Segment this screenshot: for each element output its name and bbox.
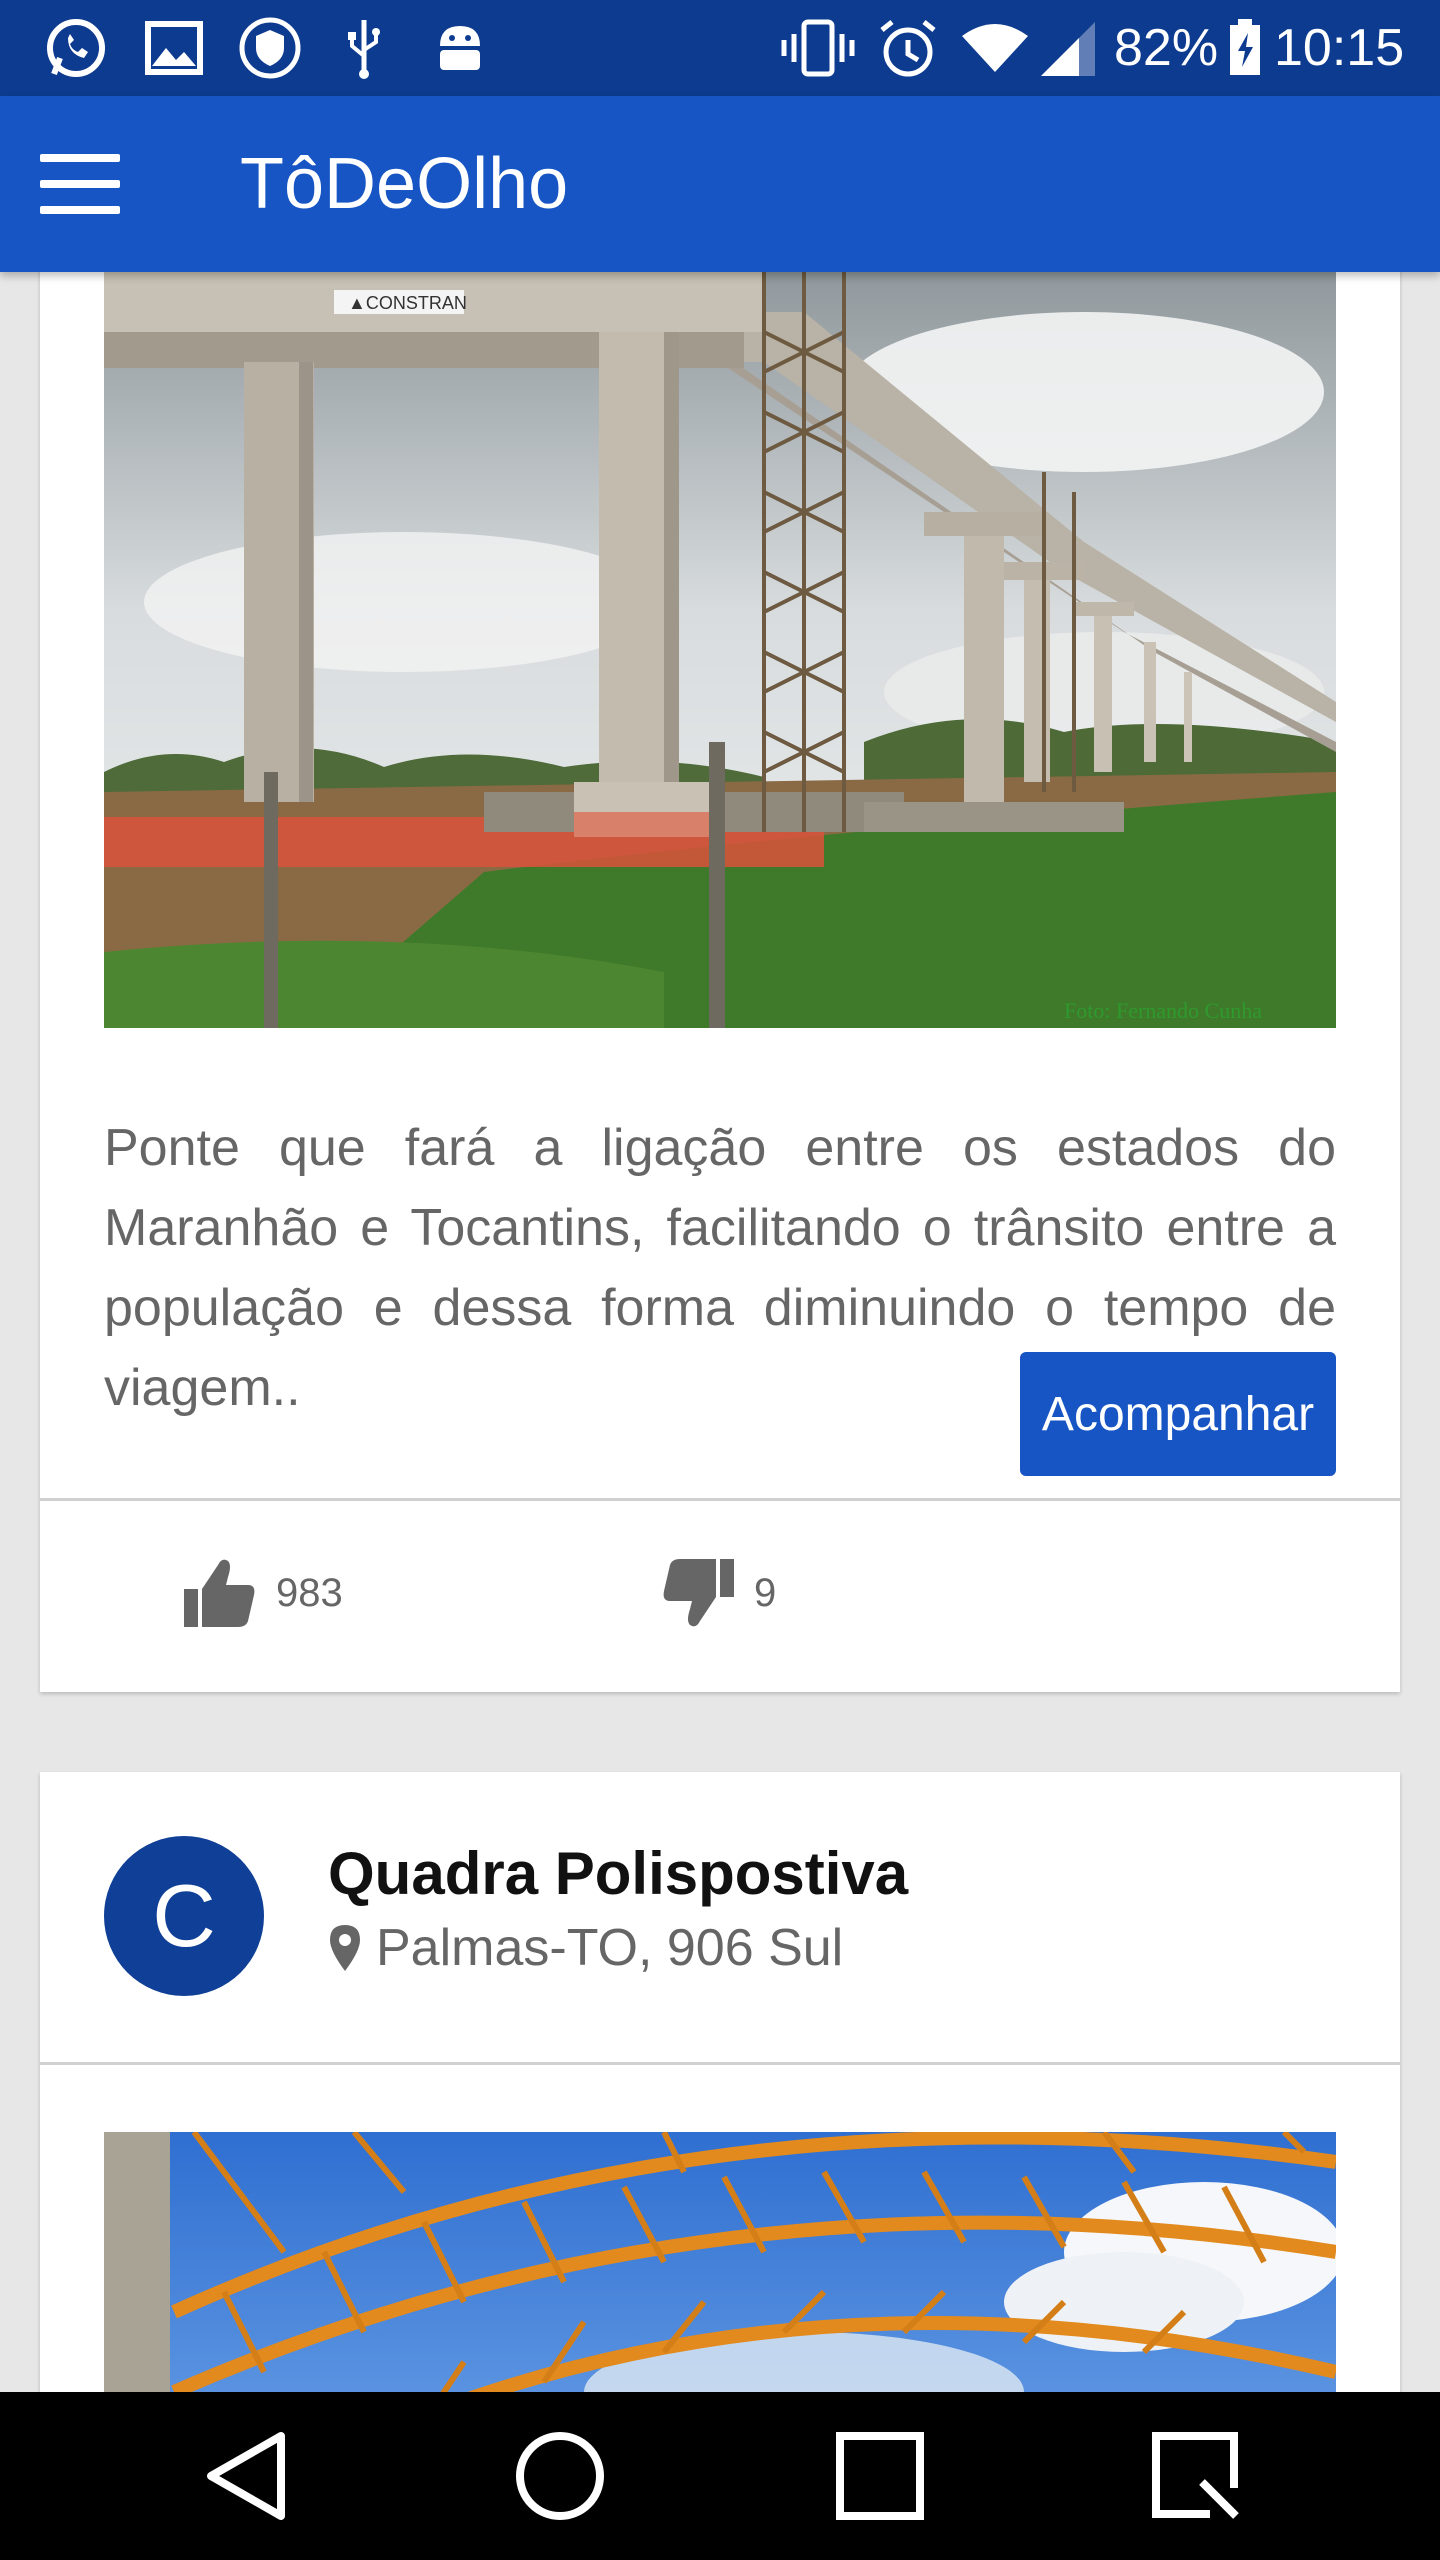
- follow-button[interactable]: Acompanhar: [1020, 1352, 1336, 1476]
- alarm-icon: [872, 16, 944, 80]
- whatsapp-icon: [40, 16, 112, 80]
- project-card: ▲CONSTRAN Foto: Fernando Cunha Ponte que…: [40, 200, 1400, 1692]
- avatar: C: [104, 1836, 264, 1996]
- usb-icon: [334, 16, 394, 80]
- android-debug-icon: [428, 16, 492, 80]
- app-title: TôDeOlho: [240, 144, 569, 224]
- map-pin-icon: [330, 1925, 360, 1971]
- location-text: Palmas-TO, 906 Sul: [376, 1919, 844, 1977]
- battery-percent: 82%: [1114, 19, 1219, 77]
- shield-icon: [234, 16, 306, 80]
- hamburger-menu-icon[interactable]: [20, 136, 140, 232]
- thumbs-down-icon: [663, 1559, 734, 1627]
- bridge-construction-photo[interactable]: ▲CONSTRAN Foto: Fernando Cunha: [104, 272, 1336, 1028]
- divider: [40, 1498, 1400, 1501]
- signal-icon: [1038, 16, 1098, 80]
- dislike-count: 9: [754, 1570, 777, 1615]
- card-title[interactable]: Quadra Polispostiva: [328, 1836, 908, 1912]
- vibrate-icon: [778, 16, 858, 80]
- gallery-icon: [138, 16, 210, 80]
- battery-charging-icon: [1226, 16, 1264, 80]
- like-button[interactable]: 983: [182, 1548, 343, 1638]
- like-count: 983: [276, 1570, 343, 1615]
- dislike-button[interactable]: 9: [660, 1548, 776, 1638]
- svg-text:▲CONSTRAN: ▲CONSTRAN: [348, 293, 467, 313]
- recents-icon[interactable]: [830, 2426, 930, 2526]
- app-bar: TôDeOlho: [0, 96, 1440, 272]
- wifi-icon: [958, 16, 1032, 80]
- screenshot-icon[interactable]: [1146, 2426, 1246, 2526]
- project-card: C Quadra Polispostiva Palmas-TO, 906 Sul: [40, 1772, 1400, 2492]
- status-bar: 82% 10:15: [0, 0, 1440, 96]
- photo-watermark: Foto: Fernando Cunha: [1064, 998, 1262, 1023]
- thumbs-up-icon: [184, 1559, 255, 1627]
- back-icon[interactable]: [196, 2426, 296, 2526]
- location: Palmas-TO, 906 Sul: [328, 1918, 843, 1978]
- home-icon[interactable]: [510, 2426, 610, 2526]
- navigation-bar: [0, 2392, 1440, 2560]
- divider: [40, 2062, 1400, 2065]
- clock-time: 10:15: [1274, 19, 1405, 77]
